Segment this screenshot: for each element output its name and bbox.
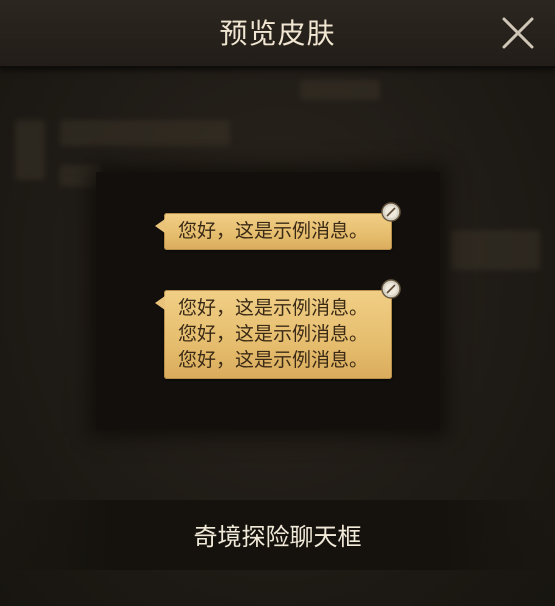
chat-message-line: 您好，这是示例消息。	[178, 297, 369, 319]
background-blur	[450, 230, 540, 270]
chat-message-line: 您好，这是示例消息。	[178, 323, 369, 345]
dialog-header: 预览皮肤	[0, 0, 555, 68]
chat-bubble-single: 您好，这是示例消息。	[155, 202, 401, 250]
compass-pin-icon	[381, 279, 401, 299]
chat-message-line: 您好，这是示例消息。	[178, 349, 369, 371]
background-blur	[300, 80, 380, 100]
dialog-title: 预览皮肤	[219, 17, 336, 50]
close-button[interactable]	[501, 16, 535, 50]
close-icon	[502, 17, 534, 49]
chat-bubble-multi: 您好，这是示例消息。 您好，这是示例消息。 您好，这是示例消息。	[155, 279, 401, 379]
background-blur	[15, 120, 45, 180]
skin-preview-dialog: 预览皮肤 您好，这是示例消息。 您好，这是示例消息。 您好，这是示例消息。 您好…	[0, 0, 555, 606]
skin-name-label: 奇境探险聊天框	[193, 523, 362, 551]
background-blur	[60, 120, 230, 146]
compass-pin-icon	[381, 202, 401, 222]
chat-preview-panel: 您好，这是示例消息。 您好，这是示例消息。 您好，这是示例消息。 您好，这是示例…	[96, 172, 440, 430]
skin-name-bar: 奇境探险聊天框	[0, 500, 555, 570]
background-blur	[60, 165, 100, 187]
chat-message-line: 您好，这是示例消息。	[178, 220, 369, 242]
